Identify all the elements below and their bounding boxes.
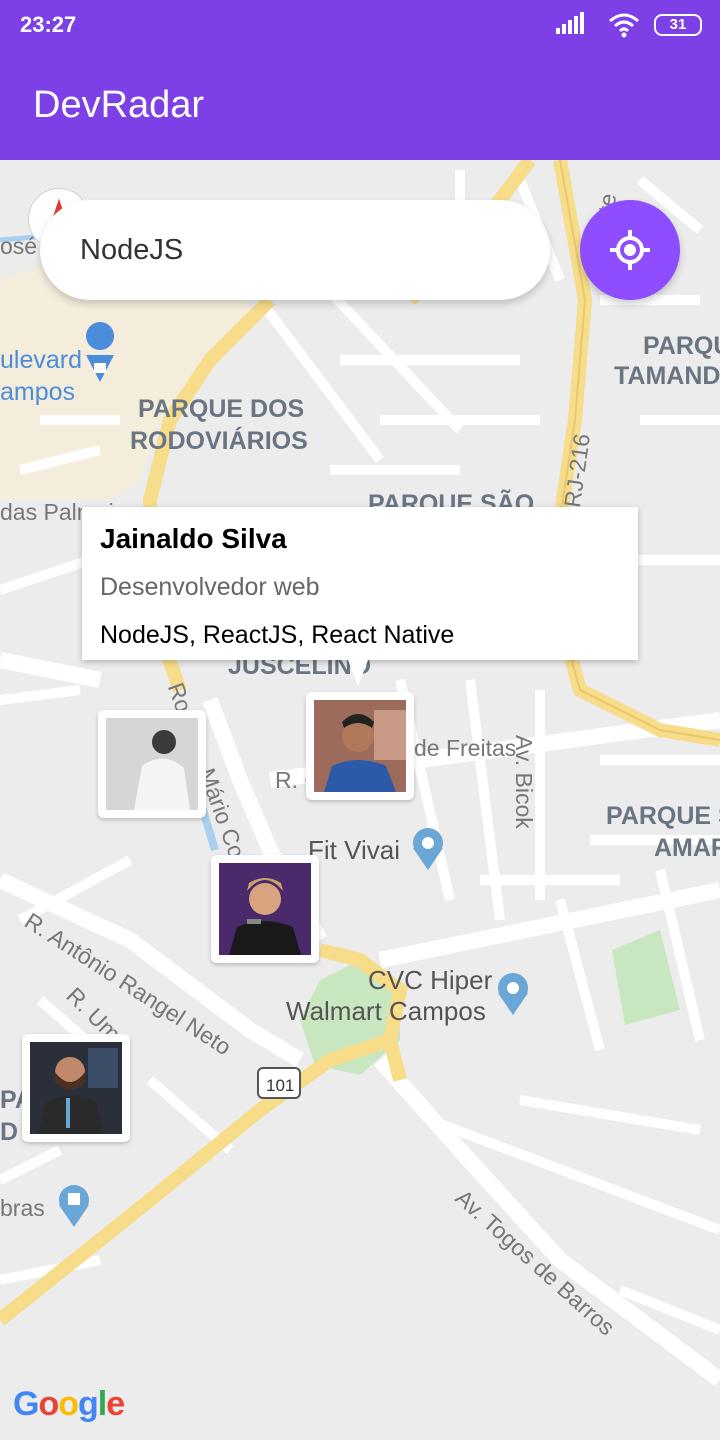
poi-label-fit-vivai: Fit Vivai (308, 835, 400, 865)
map-label-parque-s-amaro-1: PARQUE S (606, 802, 720, 830)
poi-label-cvc-hiper: CVC Hiper (368, 965, 493, 995)
signal-icon (556, 12, 584, 34)
map-label-parque-tamandare-1: PARQU (643, 332, 720, 360)
dev-marker[interactable] (306, 692, 414, 800)
avatar (30, 1042, 122, 1134)
callout-techs: NodeJS, ReactJS, React Native (100, 621, 455, 649)
app-title: DevRadar (33, 84, 205, 126)
map-label-de-freitas: de Freitas (414, 735, 517, 761)
callout-name: Jainaldo Silva (100, 523, 287, 554)
poi-pin-icon (498, 973, 528, 1015)
dev-marker[interactable] (98, 710, 206, 818)
map-label-parque-tamandare-2: TAMAND (614, 362, 720, 390)
poi-pin-icon (59, 1185, 89, 1227)
road-shield-101: 101 (266, 1076, 295, 1095)
status-time: 23:27 (20, 12, 77, 37)
dev-marker[interactable] (211, 855, 319, 963)
my-location-icon (610, 230, 650, 270)
avatar (106, 718, 198, 810)
map-label-parque-dos: PARQUE DOS (138, 395, 305, 423)
map-label-parque-s-amaro-2: AMAR (654, 834, 720, 862)
google-logo: Google (13, 1385, 125, 1423)
search-input[interactable]: NodeJS (40, 200, 550, 300)
dev-callout[interactable]: Jainaldo Silva Desenvolvedor web NodeJS,… (82, 507, 638, 660)
wifi-icon (609, 13, 639, 38)
status-bar: 23:27 31 (0, 0, 720, 50)
poi-label-walmart-campos: Walmart Campos (286, 996, 486, 1026)
map-view[interactable]: osé PARQUE DOS RODOVIÁRIOS PARQU TAMAND … (0, 160, 720, 1440)
avatar (219, 863, 311, 955)
map-label-av-bicok: Av. Bicok (511, 735, 537, 829)
app-bar: DevRadar (0, 50, 720, 160)
dev-marker[interactable] (22, 1034, 130, 1142)
map-label-boulevard-1: ulevard (0, 346, 82, 374)
map-label-pa-2: D (0, 1118, 19, 1146)
my-location-button[interactable] (580, 200, 680, 300)
map-label-boulevard-2: ampos (0, 378, 76, 406)
avatar (314, 700, 406, 792)
map-label-rodoviarios: RODOVIÁRIOS (130, 427, 308, 455)
battery-icon: 31 (654, 14, 702, 36)
callout-pointer (348, 660, 368, 686)
map-label-bras: bras (0, 1195, 45, 1221)
callout-bio: Desenvolvedor web (100, 573, 320, 601)
